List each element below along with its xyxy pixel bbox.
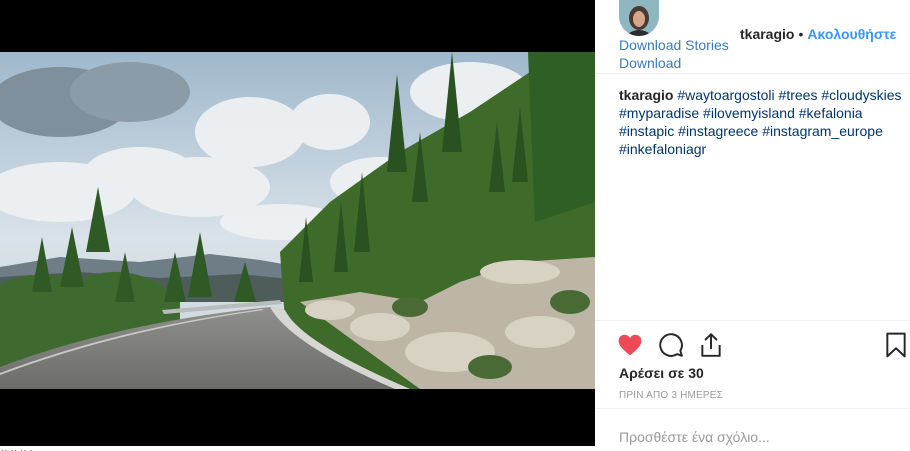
post-photo[interactable] [0,52,595,389]
hashtag-link[interactable]: #instapic [619,123,674,139]
separator-dot: • [798,26,804,42]
comment-input[interactable] [619,429,889,445]
post-caption: tkaragio #waytoargostoli #trees #cloudys… [619,86,905,158]
profile-picture-icon [619,0,659,36]
header-username[interactable]: tkaragio [740,26,794,42]
hashtag-link[interactable]: #instagreece [678,123,758,139]
bookmark-icon [886,332,906,358]
post-actions-bar [595,320,910,366]
download-stories-link[interactable]: Download Stories [619,37,729,54]
hashtag-link[interactable]: #instagram_europe [762,123,883,139]
heart-icon [618,334,642,356]
add-comment-section [595,408,910,451]
post-side-panel: Download Stories Download tkaragio • Ακολο… [595,0,910,451]
comment-button[interactable] [658,332,684,358]
avatar[interactable] [619,0,659,36]
like-button[interactable] [617,332,643,358]
share-icon [701,333,721,357]
hashtag-link[interactable]: #waytoargostoli [677,87,774,103]
post-timestamp[interactable]: ΠΡΙΝ ΑΠΟ 3 ΗΜΕΡΕΣ [619,390,723,401]
hashtag-link[interactable]: #ilovemyisland [703,105,795,121]
header-user-line: tkaragio • Ακολουθήστε [740,26,896,43]
hashtag-link[interactable]: #cloudyskies [821,87,901,103]
share-button[interactable] [698,332,724,358]
follow-button[interactable]: Ακολουθήστε [807,26,896,42]
save-button[interactable] [883,332,909,358]
comment-icon [659,333,683,357]
stray-bottom-text: ·· ·· ·· · [1,445,33,451]
hashtag-link[interactable]: #kefalonia [799,105,863,121]
hashtag-link[interactable]: #inkefaloniagr [619,141,706,157]
post-header: Download Stories Download tkaragio • Ακολο… [595,0,910,74]
post-media-pane [0,0,595,446]
landscape-image [0,52,595,389]
hashtag-link[interactable]: #trees [779,87,818,103]
likes-count[interactable]: Αρέσει σε 30 [619,365,704,381]
hashtag-link[interactable]: #myparadise [619,105,699,121]
download-link[interactable]: Download [619,55,681,72]
caption-username[interactable]: tkaragio [619,87,673,103]
